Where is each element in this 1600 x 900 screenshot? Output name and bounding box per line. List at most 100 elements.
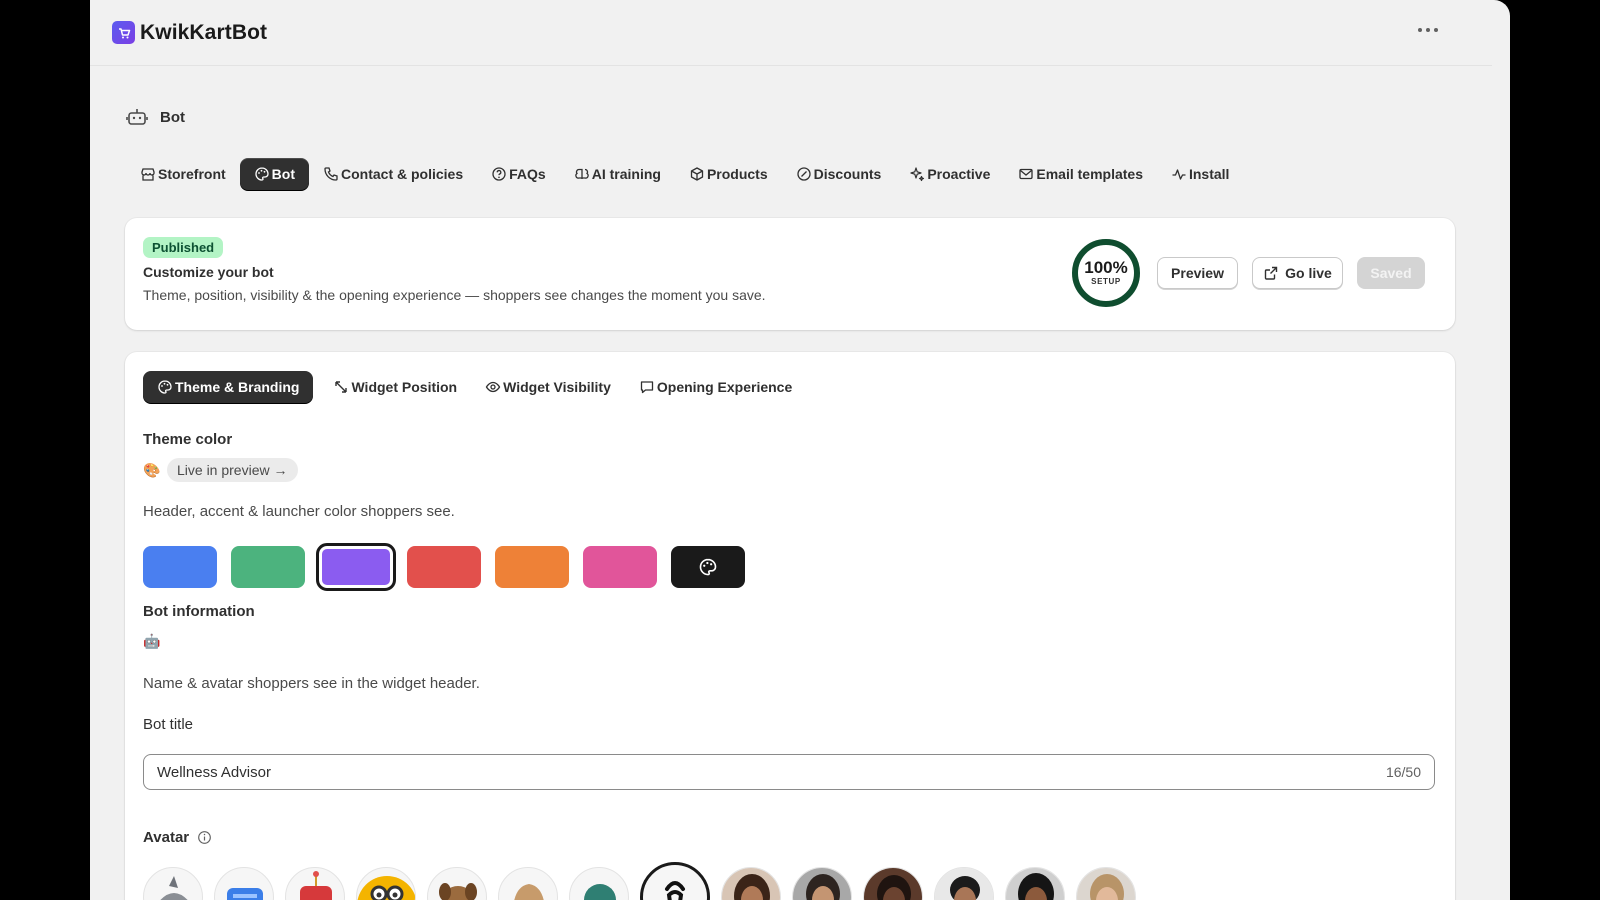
activity-icon — [1172, 169, 1186, 180]
status-card-title: Customize your bot — [143, 264, 274, 280]
tab-faqs-label: FAQs — [509, 166, 546, 182]
avatar-person-6[interactable] — [1076, 867, 1136, 900]
subtab-widget-position-label: Widget Position — [351, 379, 458, 395]
page-header: Bot — [126, 106, 185, 128]
discount-icon — [796, 167, 811, 181]
tab-bot-label: Bot — [271, 166, 295, 182]
tab-discounts[interactable]: Discounts — [782, 158, 896, 190]
setup-progress-label: SETUP — [1091, 277, 1121, 286]
setup-progress-value: 100% — [1084, 258, 1128, 277]
envelope-icon — [1019, 168, 1034, 180]
palette-icon — [255, 167, 269, 181]
app-logo-icon — [112, 21, 135, 44]
avatar-label-row: Avatar — [143, 829, 212, 846]
avatar-dog[interactable] — [427, 867, 487, 900]
avatar-person-2[interactable] — [792, 867, 852, 900]
swatch-blue[interactable] — [143, 546, 217, 588]
avatar-options — [143, 862, 1136, 900]
brain-icon — [574, 168, 589, 179]
tab-install[interactable]: Install — [1157, 158, 1243, 190]
avatar-person-5[interactable] — [1005, 867, 1065, 900]
avatar-shark[interactable] — [143, 867, 203, 900]
swatch-orange[interactable] — [495, 546, 569, 588]
eye-icon — [485, 381, 501, 393]
tab-contact-policies[interactable]: Contact & policies — [309, 158, 477, 190]
tab-products-label: Products — [706, 166, 768, 182]
subtab-theme-branding-label: Theme & Branding — [175, 379, 300, 395]
swatch-custom[interactable] — [671, 546, 745, 588]
swatch-purple[interactable] — [316, 543, 396, 591]
avatar-person-4[interactable] — [934, 867, 994, 900]
avatar-hand[interactable] — [498, 867, 558, 900]
saved-button-label: Saved — [1370, 265, 1412, 281]
tab-products[interactable]: Products — [675, 158, 782, 190]
subtab-theme-branding[interactable]: Theme & Branding — [143, 371, 314, 403]
swatch-pink[interactable] — [583, 546, 657, 588]
tab-email-templates-label: Email templates — [1036, 166, 1143, 182]
palette-icon — [699, 558, 717, 576]
palette-icon — [158, 380, 172, 394]
tab-ai-training-label: AI training — [591, 166, 661, 182]
subtab-widget-position[interactable]: Widget Position — [319, 371, 471, 403]
avatar-teal[interactable] — [569, 867, 629, 900]
app-title: KwikKartBot — [140, 20, 268, 44]
preview-button-label: Preview — [1171, 265, 1224, 281]
color-swatches — [143, 543, 745, 591]
status-badge: Published — [143, 237, 224, 258]
tab-email-templates[interactable]: Email templates — [1004, 158, 1157, 190]
tab-storefront-label: Storefront — [158, 166, 226, 182]
subtab-widget-visibility-label: Widget Visibility — [503, 379, 611, 395]
avatar-robot-red[interactable] — [285, 867, 345, 900]
saved-button[interactable]: Saved — [1357, 257, 1425, 289]
bot-title-counter: 16/50 — [1385, 764, 1421, 780]
theme-help-text: Header, accent & launcher color shoppers… — [143, 503, 455, 520]
tab-contact-policies-label: Contact & policies — [341, 166, 464, 182]
bot-information-title: Bot information — [143, 603, 255, 620]
subtab-opening-experience[interactable]: Opening Experience — [625, 371, 806, 403]
setup-progress-ring: 100% SETUP — [1071, 238, 1141, 308]
subtab-opening-experience-label: Opening Experience — [656, 379, 793, 395]
chat-bubble-icon — [640, 381, 654, 394]
app-window: KwikKartBot Bot Storefront Bot Contact &… — [90, 0, 1510, 900]
box-icon — [690, 167, 704, 181]
tab-faqs[interactable]: FAQs — [477, 158, 560, 190]
more-options-icon[interactable] — [1414, 24, 1442, 36]
bot-title-value: Wellness Advisor — [157, 763, 271, 781]
go-live-button-label: Go live — [1285, 265, 1332, 281]
top-bar: KwikKartBot — [90, 0, 1492, 66]
phone-icon — [324, 167, 338, 181]
live-preview-chip[interactable]: Live in preview → — [167, 458, 298, 482]
swatch-green[interactable] — [231, 546, 305, 588]
preview-button[interactable]: Preview — [1157, 257, 1238, 289]
avatar-person-1[interactable] — [721, 867, 781, 900]
tab-ai-training[interactable]: AI training — [560, 158, 675, 190]
bot-info-help-text: Name & avatar shoppers see in the widget… — [143, 675, 480, 692]
tab-storefront[interactable]: Storefront — [126, 158, 240, 190]
settings-card: Theme & Branding Widget Position Widget … — [125, 352, 1455, 900]
subtab-widget-visibility[interactable]: Widget Visibility — [471, 371, 625, 403]
avatar-person-3[interactable] — [863, 867, 923, 900]
avatar-selected-logo[interactable] — [640, 862, 710, 900]
tab-install-label: Install — [1188, 166, 1230, 182]
settings-subtabs: Theme & Branding Widget Position Widget … — [143, 371, 806, 403]
storefront-icon — [141, 168, 155, 181]
tab-discounts-label: Discounts — [813, 166, 882, 182]
avatar-glasses-emoji[interactable] — [356, 867, 416, 900]
status-card-description: Theme, position, visibility & the openin… — [143, 287, 766, 303]
go-live-button[interactable]: Go live — [1252, 257, 1343, 289]
bot-title-label: Bot title — [143, 716, 194, 733]
tab-proactive-label: Proactive — [927, 166, 991, 182]
theme-emoji: 🎨 — [143, 462, 161, 478]
status-card: Published Customize your bot Theme, posi… — [125, 218, 1455, 330]
swatch-red[interactable] — [407, 546, 481, 588]
question-icon — [492, 167, 506, 181]
avatar-robot-blue[interactable] — [214, 867, 274, 900]
info-icon[interactable] — [197, 830, 212, 845]
main-nav: Storefront Bot Contact & policies FAQs A… — [126, 158, 1243, 190]
tab-bot[interactable]: Bot — [239, 158, 309, 190]
tab-proactive[interactable]: Proactive — [895, 158, 1004, 190]
sparkle-icon — [910, 167, 925, 182]
theme-color-title: Theme color — [143, 431, 233, 448]
bot-title-input[interactable]: Wellness Advisor 16/50 — [143, 754, 1435, 790]
bot-icon — [126, 109, 148, 125]
